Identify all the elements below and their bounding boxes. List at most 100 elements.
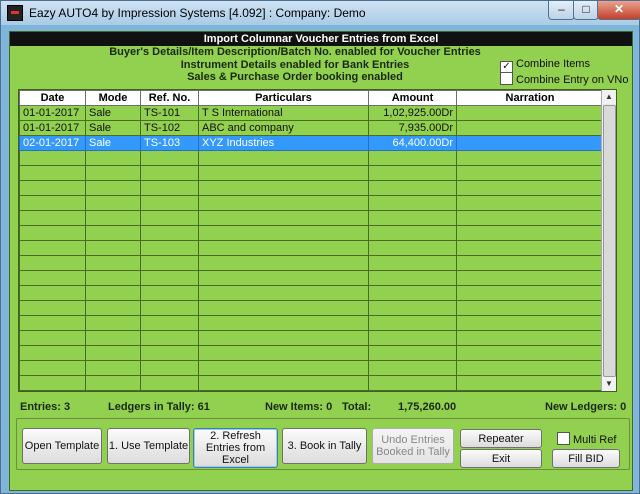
grid-cell-empty[interactable] [19,345,86,361]
grid-cell-empty[interactable] [19,240,86,256]
undo-entries-button[interactable]: Undo Entries Booked in Tally [372,428,454,464]
grid-cell-empty[interactable] [19,330,86,346]
grid-cell-empty[interactable] [85,210,141,226]
book-in-tally-button[interactable]: 3. Book in Tally [282,428,367,464]
cell-narration[interactable] [456,120,604,136]
table-row[interactable]: 01-01-2017 Sale TS-101 T S International… [19,105,604,121]
table-row-empty[interactable] [19,270,604,286]
grid-cell-empty[interactable] [140,225,199,241]
grid-cell-empty[interactable] [456,195,604,211]
grid-cell-empty[interactable] [140,360,199,376]
table-row-empty[interactable] [19,285,604,301]
cell-narration[interactable] [456,135,604,151]
table-row-empty[interactable] [19,150,604,166]
grid-cell-empty[interactable] [85,150,141,166]
grid-cell-empty[interactable] [19,255,86,271]
grid-cell-empty[interactable] [456,270,604,286]
table-row-empty[interactable] [19,315,604,331]
use-template-button[interactable]: 1. Use Template [107,428,190,464]
cell-ref-no[interactable]: TS-102 [140,120,199,136]
grid-cell-empty[interactable] [456,240,604,256]
cell-date[interactable]: 02-01-2017 [19,135,86,151]
grid-cell-empty[interactable] [19,270,86,286]
grid-cell-empty[interactable] [368,345,457,361]
grid-cell-empty[interactable] [140,285,199,301]
refresh-entries-button[interactable]: 2. Refresh Entries from Excel [193,428,278,468]
cell-particulars[interactable]: XYZ Industries [198,135,369,151]
grid-cell-empty[interactable] [456,300,604,316]
table-row-empty[interactable] [19,375,604,391]
grid-cell-empty[interactable] [19,285,86,301]
cell-mode[interactable]: Sale [85,120,141,136]
grid-cell-empty[interactable] [368,240,457,256]
open-template-button[interactable]: Open Template [22,428,102,464]
grid-cell-empty[interactable] [368,330,457,346]
grid-cell-empty[interactable] [368,255,457,271]
repeater-button[interactable]: Repeater [460,429,542,448]
grid-cell-empty[interactable] [198,150,369,166]
grid-cell-empty[interactable] [19,195,86,211]
grid-cell-empty[interactable] [85,180,141,196]
grid-cell-empty[interactable] [85,285,141,301]
cell-amount[interactable]: 64,400.00Dr [368,135,457,151]
title-bar[interactable]: Eazy AUTO4 by Impression Systems [4.092]… [1,1,640,25]
cell-mode[interactable]: Sale [85,135,141,151]
grid-cell-empty[interactable] [19,165,86,181]
grid-cell-empty[interactable] [85,330,141,346]
grid-cell-empty[interactable] [368,375,457,391]
app-icon[interactable] [7,5,23,21]
grid-cell-empty[interactable] [198,255,369,271]
cell-date[interactable]: 01-01-2017 [19,105,86,121]
grid-cell-empty[interactable] [456,255,604,271]
table-row-empty[interactable] [19,255,604,271]
close-button[interactable]: ✕ [597,1,640,20]
grid-cell-empty[interactable] [140,375,199,391]
grid-cell-empty[interactable] [456,330,604,346]
table-row-empty[interactable] [19,240,604,256]
grid-cell-empty[interactable] [198,180,369,196]
grid-cell-empty[interactable] [368,210,457,226]
table-row[interactable]: 01-01-2017 Sale TS-102 ABC and company 7… [19,120,604,136]
grid-cell-empty[interactable] [19,225,86,241]
grid-cell-empty[interactable] [85,240,141,256]
grid-cell-empty[interactable] [85,165,141,181]
grid-cell-empty[interactable] [140,255,199,271]
table-row-empty[interactable] [19,225,604,241]
grid-cell-empty[interactable] [456,345,604,361]
grid-cell-empty[interactable] [368,285,457,301]
grid-cell-empty[interactable] [368,360,457,376]
grid-cell-empty[interactable] [456,315,604,331]
grid-cell-empty[interactable] [456,180,604,196]
grid-cell-empty[interactable] [456,285,604,301]
column-header-ref-no[interactable]: Ref. No. [140,90,199,106]
grid-cell-empty[interactable] [140,345,199,361]
grid-cell-empty[interactable] [198,375,369,391]
table-row-empty[interactable] [19,210,604,226]
grid-cell-empty[interactable] [198,300,369,316]
grid-cell-empty[interactable] [140,300,199,316]
grid-cell-empty[interactable] [19,210,86,226]
minimize-button[interactable]: – [548,1,575,20]
grid-cell-empty[interactable] [368,180,457,196]
grid-cell-empty[interactable] [140,165,199,181]
grid-cell-empty[interactable] [456,165,604,181]
grid-cell-empty[interactable] [85,375,141,391]
grid-cell-empty[interactable] [198,210,369,226]
grid-cell-empty[interactable] [198,360,369,376]
column-header-narration[interactable]: Narration [456,90,604,106]
grid-cell-empty[interactable] [140,330,199,346]
grid-cell-empty[interactable] [368,270,457,286]
column-header-date[interactable]: Date [19,90,86,106]
grid-cell-empty[interactable] [198,270,369,286]
grid-cell-empty[interactable] [198,225,369,241]
cell-ref-no[interactable]: TS-101 [140,105,199,121]
grid-cell-empty[interactable] [19,180,86,196]
grid-cell-empty[interactable] [368,165,457,181]
grid-cell-empty[interactable] [140,240,199,256]
vertical-scrollbar[interactable]: ▲ ▼ [601,90,616,391]
grid-cell-empty[interactable] [85,300,141,316]
table-row-empty[interactable] [19,165,604,181]
grid-cell-empty[interactable] [140,180,199,196]
grid-cell-empty[interactable] [140,195,199,211]
cell-amount[interactable]: 1,02,925.00Dr [368,105,457,121]
